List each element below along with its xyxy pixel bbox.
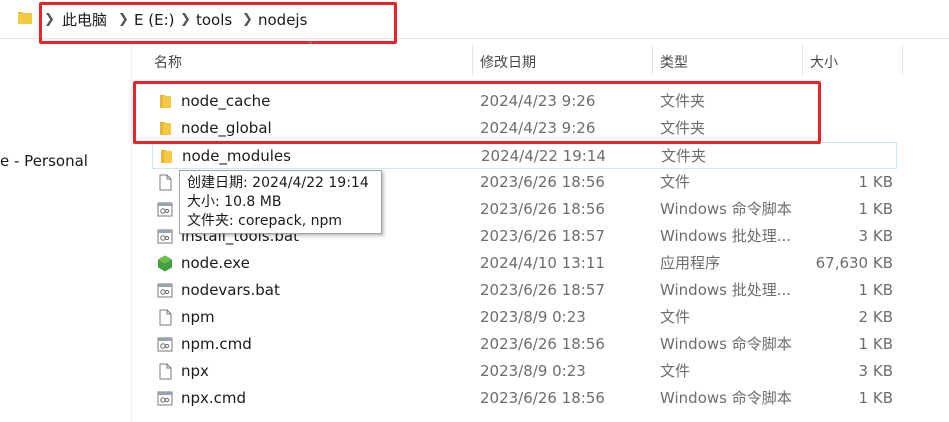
file-row[interactable]: node_modules 2024/4/22 19:14 文件夹 — [152, 142, 897, 169]
file-name: npx.cmd — [181, 389, 247, 407]
file-row[interactable]: npx.cmd 2023/6/26 18:56 Windows 命令脚本 1 KB — [152, 385, 897, 412]
folder-tooltip: 创建日期: 2024/4/22 19:14 大小: 10.8 MB 文件夹: c… — [179, 170, 382, 234]
nav-divider — [131, 45, 132, 422]
tooltip-contents: 文件夹: corepack, npm — [187, 213, 343, 229]
column-header-date[interactable]: 修改日期 — [480, 52, 536, 72]
file-modified-date: 2023/6/26 18:56 — [480, 200, 605, 218]
file-row[interactable]: npx 2023/8/9 0:23 文件 3 KB — [152, 358, 897, 385]
folder-icon — [158, 148, 174, 165]
file-row[interactable]: npm.cmd 2023/6/26 18:56 Windows 命令脚本 1 KB — [152, 331, 897, 358]
file-size: 3 KB — [858, 362, 893, 380]
file-type: Windows 批处理... — [660, 281, 792, 299]
column-header-type[interactable]: 类型 — [660, 52, 688, 72]
file-row[interactable]: npm 2023/8/9 0:23 文件 2 KB — [152, 304, 897, 331]
column-divider[interactable] — [802, 45, 803, 75]
file-size: 67,630 KB — [815, 254, 893, 272]
file-size: 1 KB — [858, 281, 893, 299]
file-modified-date: 2023/6/26 18:57 — [480, 281, 605, 299]
file-type: 应用程序 — [660, 254, 721, 272]
script-icon — [157, 390, 173, 407]
tooltip-size: 大小: 10.8 MB — [187, 194, 282, 210]
file-icon — [157, 363, 173, 380]
file-size: 1 KB — [858, 389, 893, 407]
file-name: npm.cmd — [181, 335, 252, 353]
script-icon — [157, 228, 173, 245]
column-header-size[interactable]: 大小 — [810, 52, 838, 72]
nodejs-icon — [157, 255, 173, 272]
file-type: 文件夹 — [661, 147, 707, 165]
script-icon — [157, 282, 173, 299]
file-name: nodevars.bat — [181, 281, 280, 299]
folders-highlight-box — [133, 81, 821, 144]
file-name: node_modules — [182, 147, 291, 165]
file-modified-date: 2024/4/10 13:11 — [480, 254, 605, 272]
address-highlight-box — [39, 2, 397, 44]
file-modified-date: 2023/6/26 18:57 — [480, 227, 605, 245]
file-row[interactable]: node.exe 2024/4/10 13:11 应用程序 67,630 KB — [152, 250, 897, 277]
column-divider[interactable] — [902, 45, 903, 75]
nav-item-personal[interactable]: e - Personal — [0, 152, 88, 170]
column-divider[interactable] — [652, 45, 653, 75]
file-type: 文件 — [660, 308, 691, 326]
file-modified-date: 2023/8/9 0:23 — [480, 362, 586, 380]
file-type: Windows 命令脚本 — [660, 200, 792, 218]
script-icon — [157, 201, 173, 218]
file-modified-date: 2023/6/26 18:56 — [480, 389, 605, 407]
file-size: 2 KB — [858, 308, 893, 326]
file-size: 1 KB — [858, 200, 893, 218]
file-size: 1 KB — [858, 335, 893, 353]
tooltip-created: 创建日期: 2024/4/22 19:14 — [187, 175, 369, 191]
column-header-name[interactable]: 名称 — [154, 52, 182, 72]
file-row[interactable]: nodevars.bat 2023/6/26 18:57 Windows 批处理..… — [152, 277, 897, 304]
file-modified-date: 2023/8/9 0:23 — [480, 308, 586, 326]
file-size: 1 KB — [858, 173, 893, 191]
file-modified-date: 2023/6/26 18:56 — [480, 335, 605, 353]
script-icon — [157, 336, 173, 353]
file-icon — [157, 309, 173, 326]
file-size: 3 KB — [858, 227, 893, 245]
file-name: npm — [181, 308, 215, 326]
file-type: Windows 批处理... — [660, 227, 792, 245]
sort-indicator-icon: ^ — [306, 41, 315, 52]
file-name: node.exe — [181, 254, 250, 272]
file-name: npx — [181, 362, 209, 380]
file-icon — [157, 174, 173, 191]
file-type: Windows 命令脚本 — [660, 335, 792, 353]
file-modified-date: 2023/6/26 18:56 — [480, 173, 605, 191]
file-type: 文件 — [660, 173, 691, 191]
column-divider[interactable] — [472, 45, 473, 75]
folder-icon — [18, 12, 32, 24]
file-type: Windows 命令脚本 — [660, 389, 792, 407]
file-modified-date: 2024/4/22 19:14 — [481, 147, 606, 165]
file-type: 文件 — [660, 362, 691, 380]
